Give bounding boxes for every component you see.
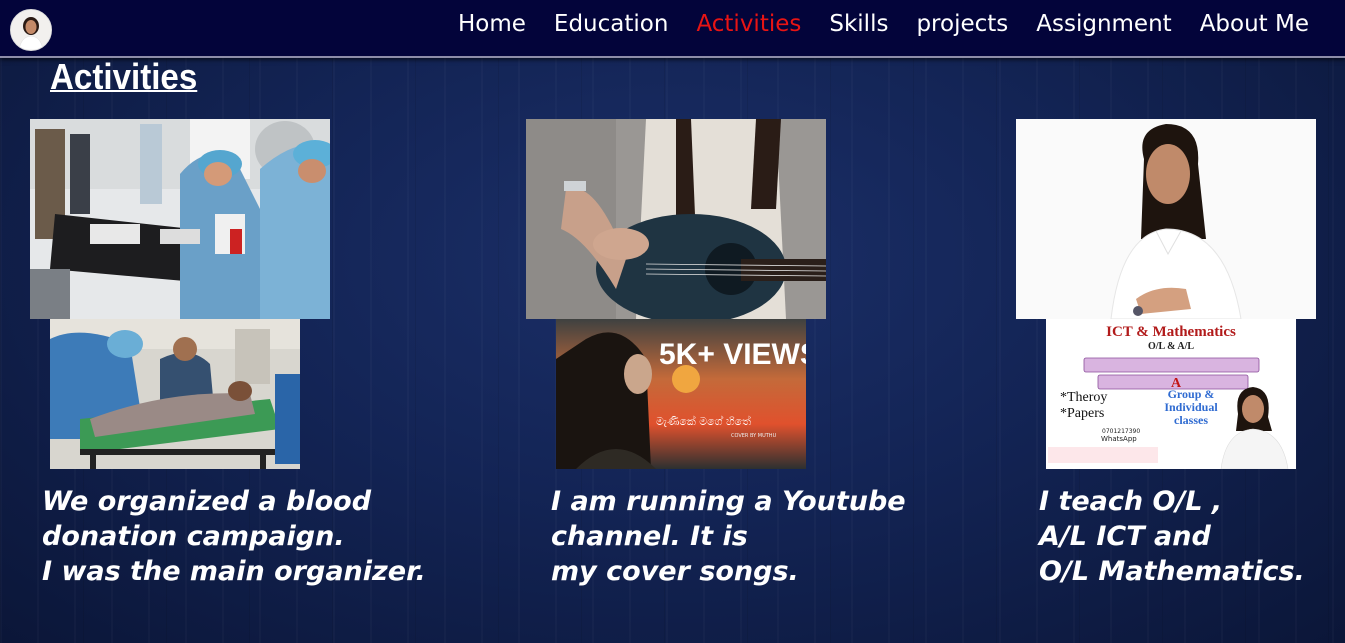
nav-assignment[interactable]: Assignment [1036, 8, 1171, 40]
poster-point-2: *Papers [1060, 406, 1104, 421]
poster-whatsapp: WhatsApp [1101, 435, 1137, 443]
poster-groups-1: Group & [1168, 387, 1215, 401]
nav-home[interactable]: Home [458, 8, 526, 40]
nav-projects[interactable]: projects [916, 8, 1008, 40]
poster-subtitle: O/L & A/L [1148, 341, 1194, 352]
profile-avatar[interactable] [10, 9, 52, 51]
poster-point-1: *Theroy [1060, 390, 1107, 405]
profile-avatar-icon [11, 10, 51, 50]
activity-caption-teaching: I teach O/L , A/L ICT and O/L Mathematic… [1039, 484, 1305, 589]
caption-line: A/L ICT and [1039, 521, 1211, 552]
caption-line: channel. It is [551, 521, 748, 552]
nav-skills[interactable]: Skills [829, 8, 888, 40]
poster-phone: 0701217390 [1102, 428, 1140, 435]
teacher-portrait [1016, 119, 1316, 319]
caption-line: I am running a Youtube [551, 486, 906, 517]
blood-donation-photo-2 [50, 319, 300, 469]
caption-line: my cover songs. [551, 556, 799, 587]
thumbnail-credit: COVER BY MUTHU [731, 433, 777, 439]
activity-caption-blood-donation: We organized a blood donation campaign. … [42, 484, 426, 589]
nav-education[interactable]: Education [554, 8, 669, 40]
poster-groups-2: Individual [1164, 400, 1218, 414]
caption-line: We organized a blood [42, 486, 372, 517]
thumbnail-song-title: මැණිකේ මගේ හිතේ [656, 414, 751, 428]
nav-links: Home Education Activities Skills project… [430, 8, 1309, 40]
poster-title: ICT & Mathematics [1106, 324, 1236, 340]
nav-about-me[interactable]: About Me [1200, 8, 1309, 40]
tuition-poster: ICT & Mathematics O/L & A/L A *Theroy *P… [1046, 319, 1296, 469]
navbar: Home Education Activities Skills project… [0, 0, 1345, 58]
page-title: Activities [50, 56, 198, 97]
thumbnail-headline: 5K+ VIEWS [659, 338, 806, 371]
poster-groups-3: classes [1174, 413, 1208, 427]
caption-line: donation campaign. [42, 521, 345, 552]
caption-line: I was the main organizer. [42, 556, 426, 587]
activity-caption-youtube: I am running a Youtube channel. It is my… [551, 484, 906, 589]
nav-activities[interactable]: Activities [696, 8, 801, 40]
blood-donation-photo-1 [30, 119, 330, 319]
youtube-thumbnail: 5K+ VIEWS මැණිකේ මගේ හිතේ COVER BY MUTHU [556, 319, 806, 469]
guitar-photo [526, 119, 826, 319]
caption-line: I teach O/L , [1039, 486, 1223, 517]
caption-line: O/L Mathematics. [1039, 556, 1305, 587]
